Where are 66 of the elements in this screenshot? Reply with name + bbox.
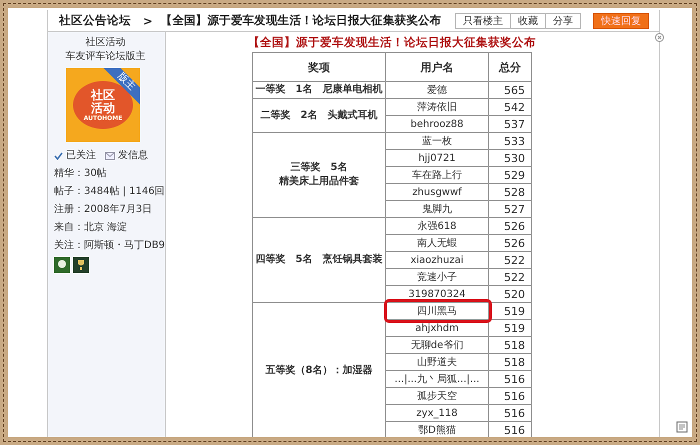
score-cell: 527 <box>488 200 532 218</box>
prize-cell: 四等奖 5名 烹饪锅具套装 <box>252 218 386 302</box>
page-icon <box>676 421 688 433</box>
username-cell: 竞速小子 <box>386 268 488 286</box>
breadcrumb-separator: > <box>143 14 153 28</box>
thread-title: 【全国】源于爱车发现生活！论坛日报大征集获奖公布 <box>160 13 442 28</box>
score-cell: 542 <box>488 98 532 116</box>
username-cell: zyx_118 <box>386 404 488 422</box>
prize-cell: 三等奖 5名 精美床上用品件套 <box>252 132 386 218</box>
score-cell: 518 <box>488 354 532 370</box>
score-cell: 526 <box>488 234 532 252</box>
author-name[interactable]: 社区活动 <box>86 36 126 50</box>
username-cell: 南人无蝦 <box>386 234 488 252</box>
author-stat: 帖子：3484帖 | 1146回 <box>54 184 165 199</box>
username-cell: 永强618 <box>386 218 488 234</box>
score-cell: 537 <box>488 116 532 132</box>
username-cell: 鬼脚九 <box>386 200 488 218</box>
score-cell: 529 <box>488 166 532 184</box>
username-cell: 爱德 <box>386 82 488 98</box>
score-cell: 522 <box>488 268 532 286</box>
score-cell: 530 <box>488 150 532 166</box>
username-cell: 蓝一枚 <box>386 132 488 150</box>
username-cell: 孤步天空 <box>386 388 488 404</box>
username-cell: zhusgwwf <box>386 184 488 200</box>
score-cell: 516 <box>488 370 532 388</box>
author-role: 车友评车论坛版主 <box>66 50 146 64</box>
action-button[interactable]: 收藏 <box>510 12 546 28</box>
username-cell: 车在路上行 <box>386 166 488 184</box>
score-cell: 528 <box>488 184 532 200</box>
score-cell: 516 <box>488 388 532 404</box>
username-cell: 319870324 <box>386 286 488 302</box>
score-cell: 522 <box>488 252 532 268</box>
score-cell: 526 <box>488 218 532 234</box>
author-stat: 注册：2008年7月3日 <box>54 202 152 217</box>
score-cell: 565 <box>488 82 532 98</box>
score-cell: 518 <box>488 336 532 354</box>
column-header: 用户名 <box>386 52 488 82</box>
post-title: 【全国】源于爱车发现生活！论坛日报大征集获奖公布 <box>247 34 537 51</box>
action-button[interactable]: 分享 <box>545 12 581 28</box>
username-cell: 萍涛依旧 <box>386 98 488 116</box>
close-icon[interactable] <box>655 33 664 42</box>
username-cell: hjj0721 <box>386 150 488 166</box>
forum-name[interactable]: 社区公告论坛 <box>59 13 131 28</box>
score-cell: 533 <box>488 132 532 150</box>
username-cell: ...|...九丶局狐...|... <box>386 370 488 388</box>
message-link[interactable]: 发信息 <box>118 148 148 164</box>
prize-cell: 一等奖 1名 尼康单电相机 <box>252 82 386 98</box>
score-cell: 516 <box>488 404 532 422</box>
author-stat: 精华：30帖 <box>54 166 107 181</box>
score-cell: 519 <box>488 320 532 336</box>
column-header: 奖项 <box>252 52 386 82</box>
username-cell: 山野道夫 <box>386 354 488 370</box>
medal-icon <box>54 257 70 273</box>
username-cell: xiaozhuzai <box>386 252 488 268</box>
username-cell: 无聊de爷们 <box>386 336 488 354</box>
check-icon <box>54 152 63 160</box>
follow-link[interactable]: 已关注 <box>66 148 96 164</box>
envelope-icon <box>105 152 115 160</box>
author-stat: 关注：阿斯顿・马丁DB9 <box>54 238 165 253</box>
column-header: 总分 <box>488 52 532 82</box>
prize-cell: 二等奖 2名 头戴式耳机 <box>252 98 386 132</box>
username-cell: behrooz88 <box>386 116 488 132</box>
author-stat: 来自：北京 海淀 <box>54 220 128 235</box>
trophy-icon <box>73 257 89 273</box>
action-button[interactable]: 只看楼主 <box>455 12 511 28</box>
prize-cell: 五等奖（8名）：加湿器 <box>252 302 386 437</box>
